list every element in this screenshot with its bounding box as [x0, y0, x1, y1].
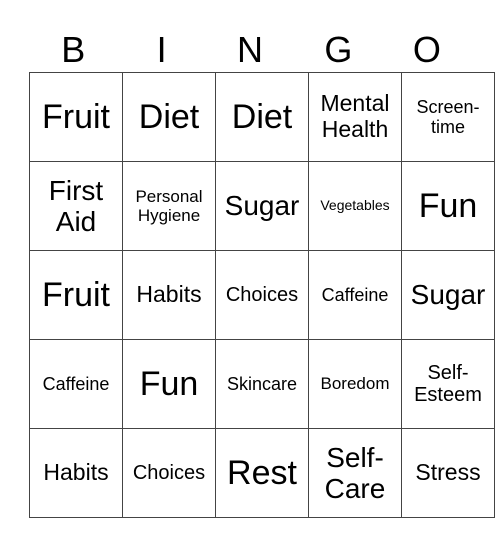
bingo-grid: Fruit Diet Diet Mental Health Screen-tim… [29, 72, 495, 518]
bingo-cell[interactable]: Skincare [215, 339, 309, 429]
bingo-cell[interactable]: Habits [122, 250, 216, 340]
bingo-cell[interactable]: Sugar [401, 250, 495, 340]
grid-row: First Aid Personal Hygiene Sugar Vegetab… [29, 161, 495, 251]
grid-row: Fruit Diet Diet Mental Health Screen-tim… [29, 72, 495, 162]
bingo-cell[interactable]: Personal Hygiene [122, 161, 216, 251]
header-letter-n: N [237, 29, 264, 70]
bingo-cell[interactable]: Caffeine [29, 339, 123, 429]
bingo-header: B I N G O [29, 28, 471, 72]
bingo-cell[interactable]: Mental Health [308, 72, 402, 162]
bingo-cell[interactable]: Rest [215, 428, 309, 518]
bingo-cell[interactable]: Fruit [29, 250, 123, 340]
bingo-cell[interactable]: First Aid [29, 161, 123, 251]
bingo-cell[interactable]: Stress [401, 428, 495, 518]
header-letter-b: B [61, 29, 86, 70]
bingo-cell[interactable]: Diet [122, 72, 216, 162]
bingo-cell[interactable]: Choices [215, 250, 309, 340]
header-letter-g: G [324, 29, 353, 70]
grid-row: Fruit Habits Choices Caffeine Sugar [29, 250, 495, 340]
bingo-cell[interactable]: Fun [401, 161, 495, 251]
header-letter-i: I [156, 29, 167, 70]
bingo-cell[interactable]: Fun [122, 339, 216, 429]
bingo-cell[interactable]: Self-Esteem [401, 339, 495, 429]
bingo-cell[interactable]: Self-Care [308, 428, 402, 518]
bingo-cell[interactable]: Sugar [215, 161, 309, 251]
bingo-cell[interactable]: Boredom [308, 339, 402, 429]
header-letter-o: O [412, 29, 441, 70]
grid-row: Habits Choices Rest Self-Care Stress [29, 428, 495, 518]
bingo-cell[interactable]: Fruit [29, 72, 123, 162]
bingo-cell[interactable]: Diet [215, 72, 309, 162]
bingo-cell[interactable]: Vegetables [308, 161, 402, 251]
grid-row: Caffeine Fun Skincare Boredom Self-Estee… [29, 339, 495, 429]
bingo-cell[interactable]: Caffeine [308, 250, 402, 340]
bingo-cell[interactable]: Choices [122, 428, 216, 518]
bingo-cell[interactable]: Habits [29, 428, 123, 518]
bingo-cell[interactable]: Screen-time [401, 72, 495, 162]
